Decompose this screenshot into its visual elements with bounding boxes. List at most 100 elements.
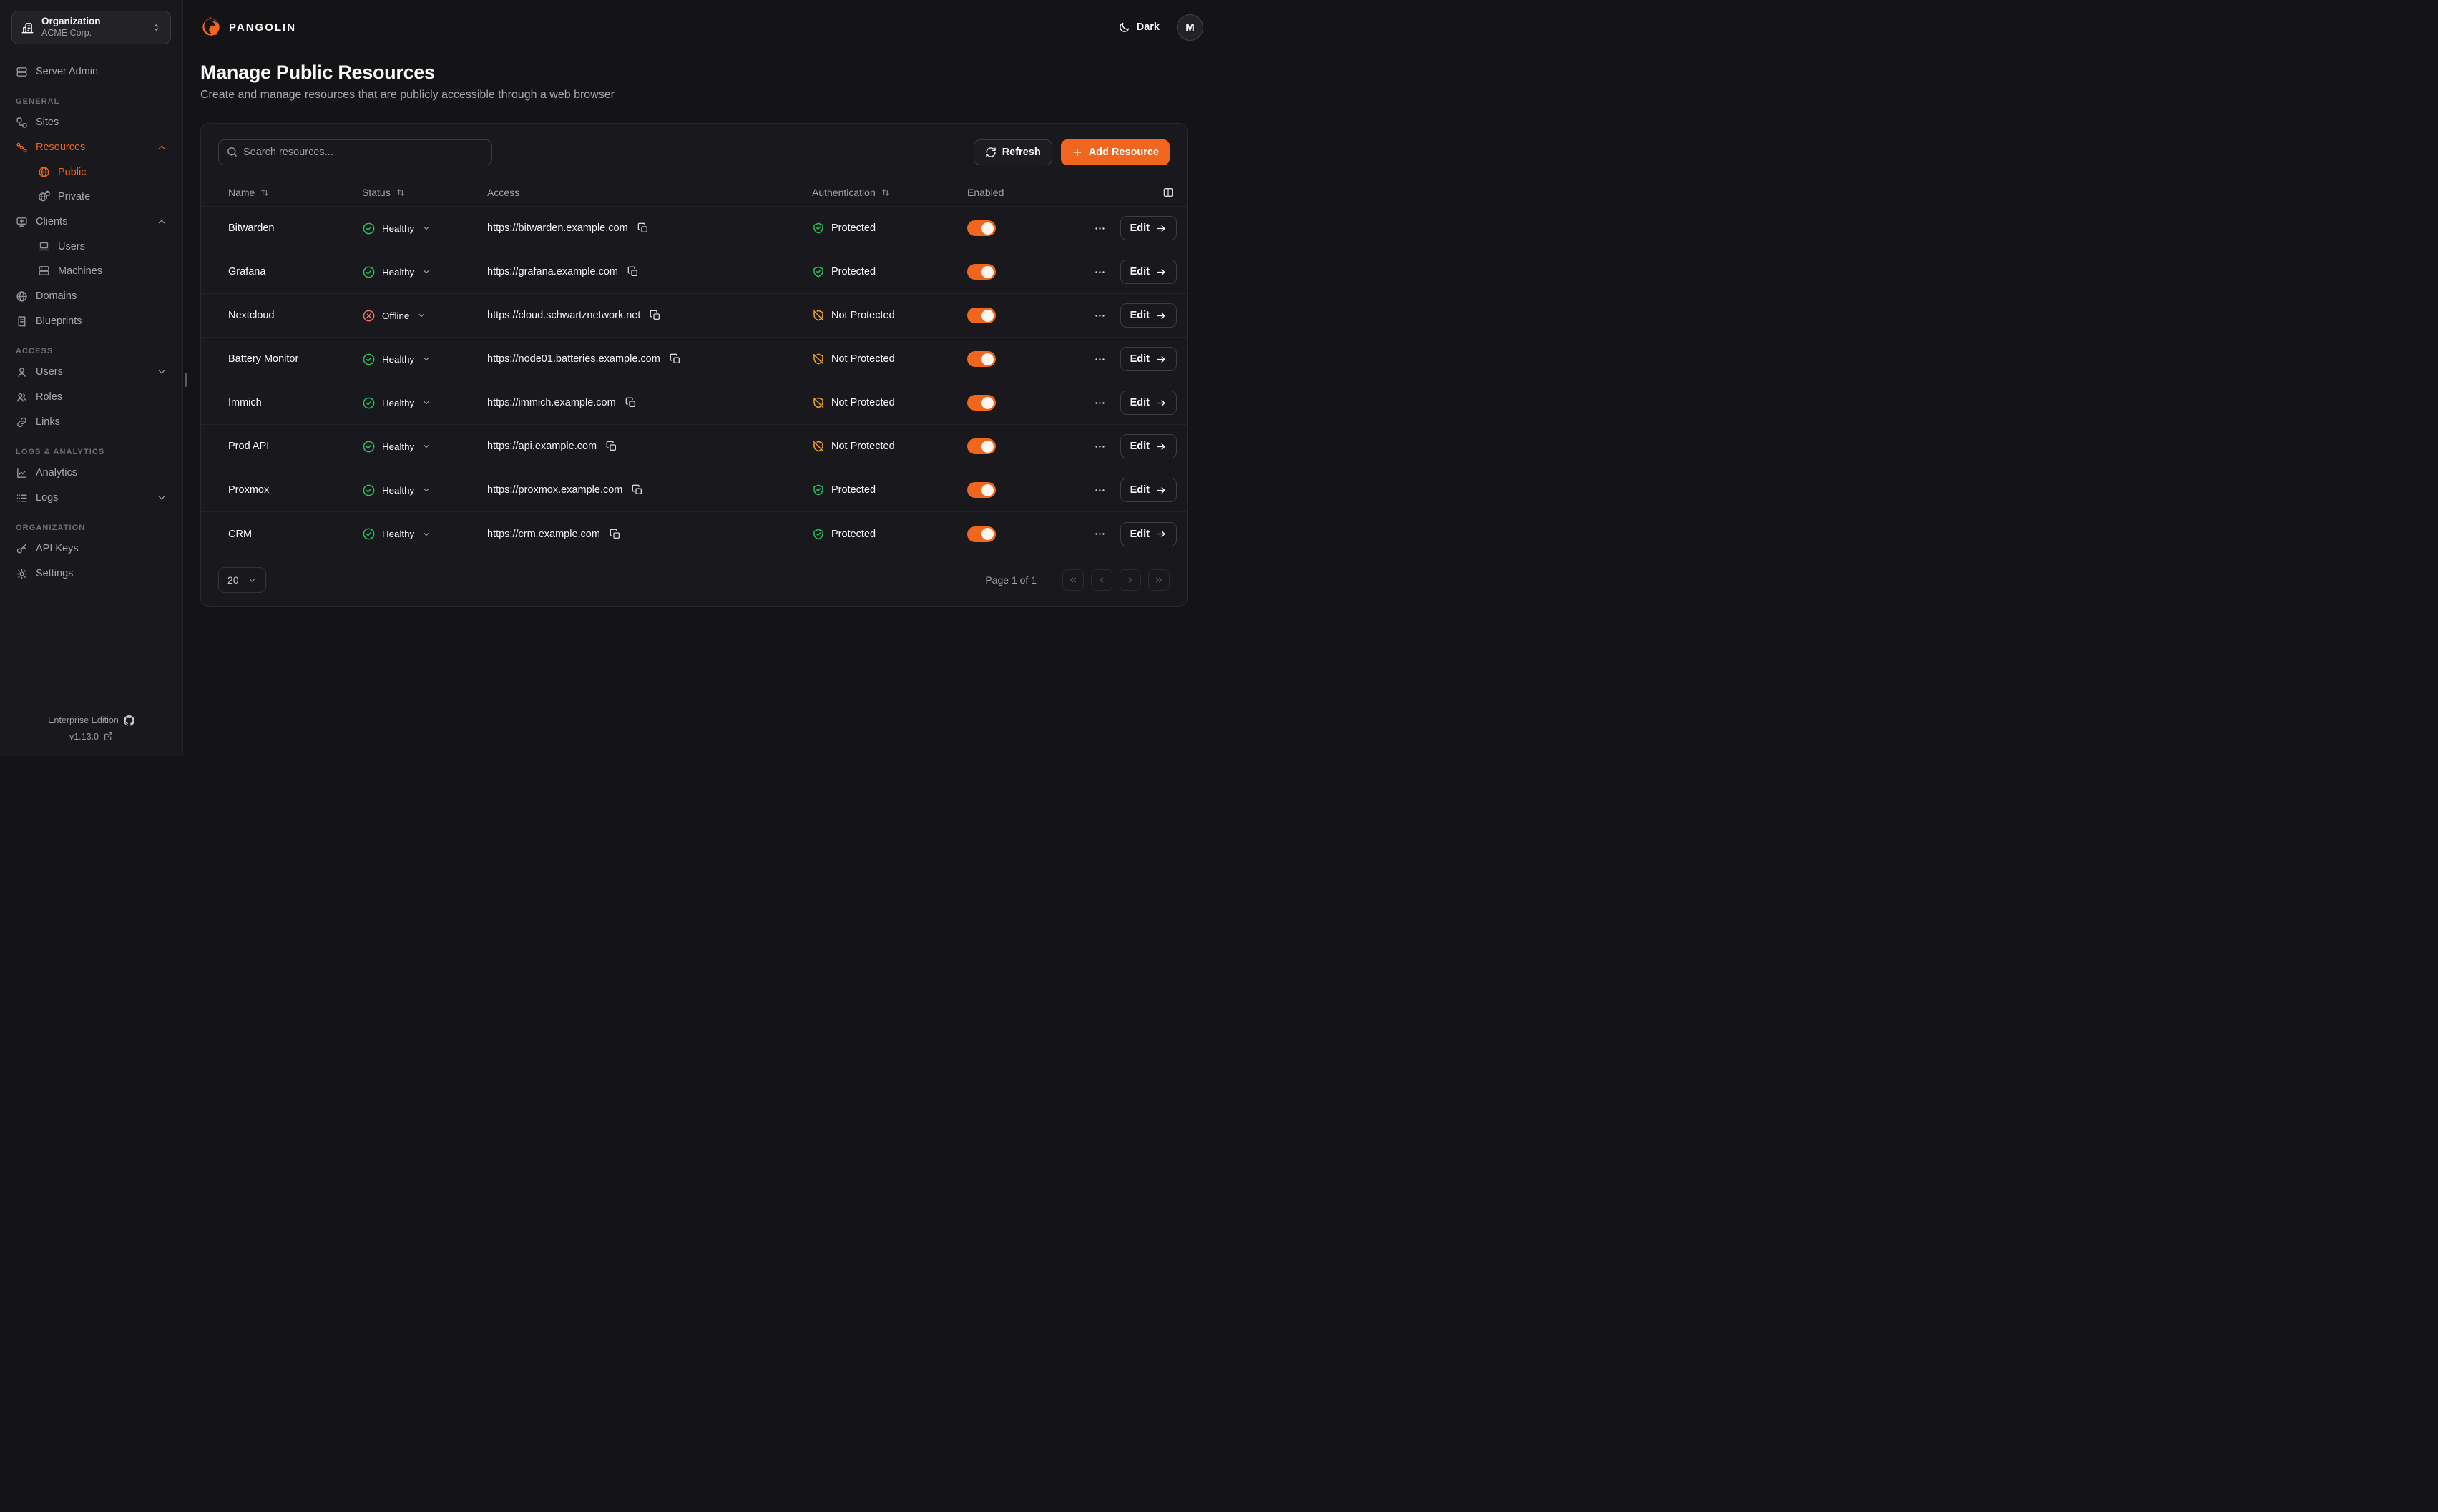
row-menu-button[interactable] — [1091, 263, 1109, 281]
edit-button[interactable]: Edit — [1120, 216, 1177, 240]
github-icon[interactable] — [124, 715, 134, 726]
edit-button-label: Edit — [1130, 484, 1150, 496]
next-page-button[interactable] — [1120, 569, 1141, 591]
sidebar-scrollbar-thumb[interactable] — [185, 373, 187, 387]
enabled-toggle[interactable] — [967, 264, 996, 280]
sidebar-item-server-admin[interactable]: Server Admin — [11, 59, 171, 84]
copy-icon[interactable] — [650, 310, 661, 321]
sidebar-item-domains[interactable]: Domains — [11, 284, 171, 308]
enabled-cell — [967, 526, 1060, 542]
org-switcher-label: Organization — [41, 16, 144, 28]
sidebar-item-resources[interactable]: Resources — [11, 135, 171, 159]
row-menu-button[interactable] — [1091, 350, 1109, 368]
prev-page-button[interactable] — [1091, 569, 1112, 591]
row-menu-button[interactable] — [1091, 525, 1109, 543]
edit-button[interactable]: Edit — [1120, 391, 1177, 415]
column-header-status[interactable]: Status — [362, 187, 487, 198]
main-content: PANGOLIN Dark M Manage Public Resources … — [183, 0, 1219, 756]
receipt-icon — [16, 315, 28, 328]
column-header-authentication[interactable]: Authentication — [812, 187, 967, 198]
org-switcher[interactable]: Organization ACME Corp. — [11, 11, 171, 44]
status-dropdown[interactable]: Healthy — [362, 353, 487, 366]
status-dropdown[interactable]: Offline — [362, 309, 487, 323]
chevron-down-icon — [422, 486, 431, 494]
enabled-toggle[interactable] — [967, 395, 996, 411]
row-actions: Edit — [1060, 260, 1177, 284]
copy-icon[interactable] — [632, 484, 643, 496]
sidebar-item-users[interactable]: Users — [11, 360, 171, 384]
chevron-down-icon — [417, 311, 426, 320]
status-dropdown[interactable]: Healthy — [362, 222, 487, 235]
table-body: Bitwarden Healthy https://bitwarden.exam… — [201, 207, 1187, 556]
sidebar-item-roles[interactable]: Roles — [11, 385, 171, 409]
sidebar-item-sites[interactable]: Sites — [11, 110, 171, 134]
theme-toggle[interactable]: Dark — [1118, 21, 1160, 34]
columns-view-icon[interactable] — [1160, 184, 1177, 201]
sidebar-item-clients[interactable]: Clients — [11, 210, 171, 234]
sidebar-item-public[interactable]: Public — [34, 160, 171, 184]
status-dropdown[interactable]: Healthy — [362, 265, 487, 279]
check-circle-icon — [362, 527, 376, 541]
enabled-toggle[interactable] — [967, 220, 996, 236]
sidebar-item-private[interactable]: Private — [34, 185, 171, 208]
status-label: Healthy — [382, 354, 414, 365]
sidebar-item-analytics[interactable]: Analytics — [11, 461, 171, 485]
row-menu-button[interactable] — [1091, 438, 1109, 456]
edit-button[interactable]: Edit — [1120, 434, 1177, 458]
sidebar-item-label: Links — [36, 416, 60, 428]
edit-button[interactable]: Edit — [1120, 478, 1177, 502]
enabled-toggle[interactable] — [967, 526, 996, 542]
row-menu-button[interactable] — [1091, 220, 1109, 237]
copy-icon[interactable] — [610, 529, 621, 540]
edit-button[interactable]: Edit — [1120, 347, 1177, 371]
edit-button[interactable]: Edit — [1120, 260, 1177, 284]
copy-icon[interactable] — [637, 222, 649, 234]
status-dropdown[interactable]: Healthy — [362, 527, 487, 541]
status-dropdown[interactable]: Healthy — [362, 440, 487, 453]
page-size-select[interactable]: 20 — [218, 567, 266, 593]
chevron-up-icon — [157, 217, 167, 227]
sidebar-item-links[interactable]: Links — [11, 410, 171, 434]
first-page-button[interactable] — [1062, 569, 1084, 591]
row-menu-button[interactable] — [1091, 481, 1109, 499]
enabled-toggle[interactable] — [967, 351, 996, 367]
add-resource-button[interactable]: Add Resource — [1061, 139, 1170, 165]
sidebar-item-label: Users — [36, 366, 63, 378]
sites-icon — [16, 117, 28, 129]
sidebar-item-blueprints[interactable]: Blueprints — [11, 309, 171, 333]
row-menu-button[interactable] — [1091, 307, 1109, 325]
org-switcher-value: ACME Corp. — [41, 28, 144, 39]
arrow-right-icon — [1156, 223, 1167, 234]
enabled-toggle[interactable] — [967, 308, 996, 323]
avatar[interactable]: M — [1177, 14, 1203, 41]
resource-url: https://grafana.example.com — [487, 266, 618, 278]
sidebar-item-client-users[interactable]: Users — [34, 235, 171, 258]
version-label: v1.13.0 — [69, 729, 99, 745]
status-dropdown[interactable]: Healthy — [362, 396, 487, 410]
copy-icon[interactable] — [627, 266, 639, 278]
column-header-name[interactable]: Name — [228, 187, 362, 198]
sidebar-item-logs[interactable]: Logs — [11, 486, 171, 510]
edit-button[interactable]: Edit — [1120, 303, 1177, 328]
copy-icon[interactable] — [625, 397, 637, 408]
refresh-button[interactable]: Refresh — [974, 139, 1052, 165]
copy-icon[interactable] — [670, 353, 681, 365]
sidebar-item-settings[interactable]: Settings — [11, 561, 171, 586]
chart-line-icon — [16, 467, 28, 479]
resource-url: https://proxmox.example.com — [487, 484, 622, 496]
sidebar-item-api-keys[interactable]: API Keys — [11, 536, 171, 561]
sidebar-item-machines[interactable]: Machines — [34, 259, 171, 283]
row-menu-button[interactable] — [1091, 394, 1109, 412]
status-dropdown[interactable]: Healthy — [362, 483, 487, 497]
edit-button[interactable]: Edit — [1120, 522, 1177, 546]
edition-label: Enterprise Edition — [48, 712, 119, 729]
enabled-toggle[interactable] — [967, 438, 996, 454]
brand[interactable]: PANGOLIN — [200, 16, 296, 38]
arrow-right-icon — [1156, 485, 1167, 496]
resource-name: Bitwarden — [228, 222, 362, 234]
enabled-toggle[interactable] — [967, 482, 996, 498]
last-page-button[interactable] — [1148, 569, 1170, 591]
copy-icon[interactable] — [606, 441, 617, 452]
external-link-icon[interactable] — [104, 732, 113, 741]
search-input[interactable] — [218, 139, 492, 165]
